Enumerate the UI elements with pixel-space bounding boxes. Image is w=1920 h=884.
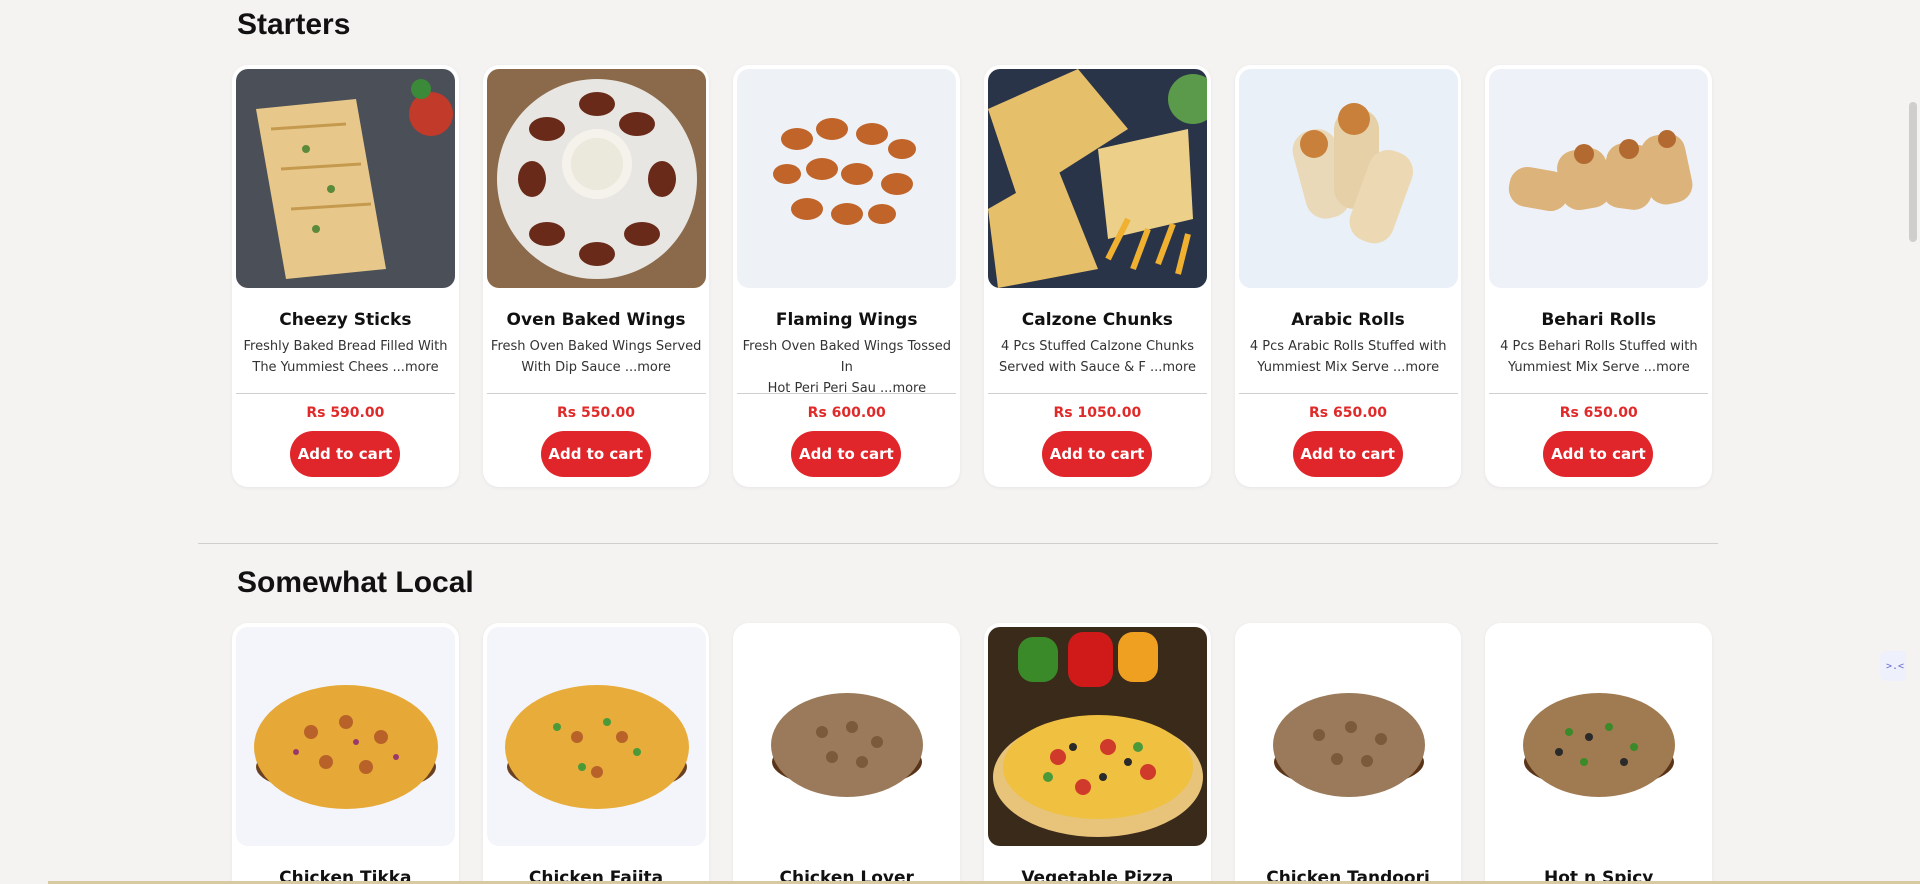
hot-n-spicy-pizza-image[interactable]	[1489, 627, 1709, 846]
product-card: Chicken Tandoori	[1234, 623, 1462, 884]
product-card: Behari Rolls 4 Pcs Behari Rolls Stuffed …	[1485, 65, 1713, 487]
product-name: Cheezy Sticks	[279, 310, 412, 330]
product-name: Arabic Rolls	[1291, 310, 1405, 330]
product-card: Chicken Tikka	[232, 623, 459, 884]
product-price: Rs 1050.00	[1053, 405, 1142, 421]
scrollbar-thumb[interactable]	[1909, 102, 1917, 242]
product-name: Oven Baked Wings	[506, 310, 686, 330]
product-price: Rs 590.00	[306, 405, 385, 421]
more-link[interactable]: ...more	[625, 360, 671, 375]
chicken-lover-pizza-image[interactable]	[737, 627, 957, 846]
product-description: 4 Pcs Arabic Rolls Stuffed with Yummiest …	[1249, 339, 1447, 375]
more-link[interactable]: ...more	[1150, 360, 1196, 375]
product-card: Chicken Lover	[733, 623, 961, 884]
product-card: Hot n Spicy	[1485, 623, 1713, 884]
starters-grid: Cheezy Sticks Freshly Baked Bread Filled…	[232, 65, 1713, 487]
product-card: Cheezy Sticks Freshly Baked Bread Filled…	[232, 65, 459, 487]
more-link[interactable]: ...more	[1393, 360, 1439, 375]
more-link[interactable]: ...more	[1644, 360, 1690, 375]
arabic-rolls-image[interactable]	[1238, 69, 1458, 288]
add-to-cart-button[interactable]: Add to cart	[290, 431, 400, 477]
chicken-fajita-pizza-image[interactable]	[486, 627, 706, 846]
calzone-chunks-image[interactable]	[988, 69, 1208, 288]
product-price: Rs 650.00	[1309, 405, 1388, 421]
card-divider	[1238, 393, 1458, 394]
product-card: Oven Baked Wings Fresh Oven Baked Wings …	[482, 65, 710, 487]
somewhat-local-grid: Chicken Tikka Chicken Fajita Chicken Lov…	[232, 623, 1713, 884]
cheezy-sticks-image[interactable]	[236, 69, 455, 288]
product-description: 4 Pcs Stuffed Calzone Chunks Served with …	[998, 339, 1197, 375]
flaming-wings-image[interactable]	[737, 69, 957, 288]
product-card: Flaming Wings Fresh Oven Baked Wings Tos…	[733, 65, 961, 487]
add-to-cart-button[interactable]: Add to cart	[791, 431, 902, 477]
product-price: Rs 600.00	[807, 405, 886, 421]
product-name: Flaming Wings	[775, 310, 918, 330]
more-link[interactable]: ...more	[393, 360, 439, 375]
product-description: Fresh Oven Baked Wings Tossed In Hot Peri…	[742, 339, 952, 396]
product-name: Behari Rolls	[1541, 310, 1657, 330]
card-divider	[737, 393, 957, 394]
product-name: Calzone Chunks	[1021, 310, 1173, 330]
product-card: Arabic Rolls 4 Pcs Arabic Rolls Stuffed …	[1234, 65, 1462, 487]
scrollbar[interactable]	[1906, 0, 1920, 884]
card-divider	[486, 393, 706, 394]
add-to-cart-button[interactable]: Add to cart	[1292, 431, 1403, 477]
product-card: Vegetable Pizza	[984, 623, 1211, 884]
product-card: Chicken Fajita	[482, 623, 710, 884]
card-divider	[236, 393, 455, 394]
vegetable-pizza-image[interactable]	[988, 627, 1208, 846]
add-to-cart-button[interactable]: Add to cart	[540, 431, 651, 477]
product-description: Freshly Baked Bread Filled With The Yummi…	[243, 339, 448, 375]
chicken-tikka-pizza-image[interactable]	[236, 627, 455, 846]
section-title-starters: Starters	[237, 8, 351, 41]
add-to-cart-button[interactable]: Add to cart	[1543, 431, 1654, 477]
product-price: Rs 550.00	[557, 405, 636, 421]
oven-baked-wings-image[interactable]	[486, 69, 706, 288]
card-divider	[1489, 393, 1709, 394]
add-to-cart-button[interactable]: Add to cart	[1042, 431, 1153, 477]
section-divider	[198, 543, 1718, 544]
behari-rolls-image[interactable]	[1489, 69, 1709, 288]
product-price: Rs 650.00	[1559, 405, 1638, 421]
product-description: 4 Pcs Behari Rolls Stuffed with Yummiest …	[1500, 339, 1698, 375]
card-divider	[988, 393, 1208, 394]
product-card: Calzone Chunks 4 Pcs Stuffed Calzone Chu…	[984, 65, 1211, 487]
chicken-tandoori-pizza-image[interactable]	[1238, 627, 1458, 846]
section-title-somewhat-local: Somewhat Local	[237, 566, 474, 599]
product-description: Fresh Oven Baked Wings Served With Dip Sa…	[490, 339, 702, 375]
